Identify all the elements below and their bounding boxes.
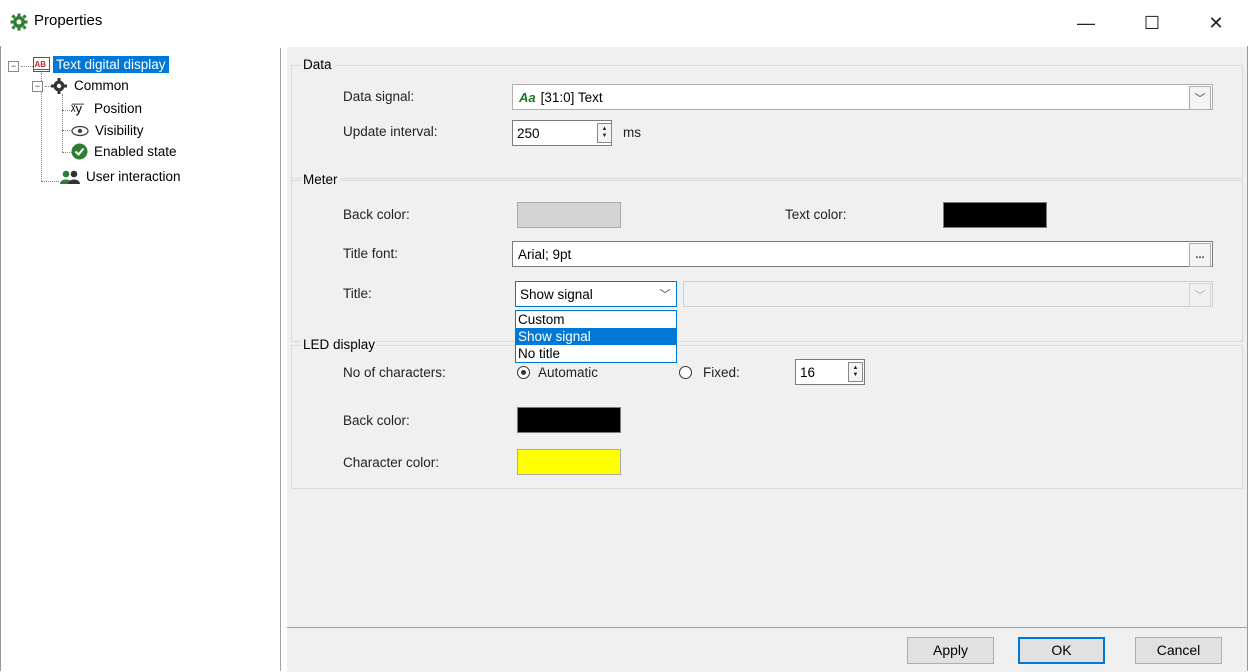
gear-icon <box>10 13 28 31</box>
update-interval-label: Update interval: <box>343 124 438 139</box>
tree-item-position[interactable]: ᵡ͞y Position <box>71 100 145 117</box>
meter-group-title: Meter <box>301 172 340 187</box>
meter-text-color-swatch[interactable] <box>943 202 1047 228</box>
fixed-label: Fixed: <box>703 365 740 380</box>
title-font-browse-button[interactable]: ... <box>1189 243 1211 267</box>
svg-text:AB: AB <box>35 60 47 69</box>
dropdown-option-show-signal[interactable]: Show signal <box>516 328 676 345</box>
tree-label-enabled: Enabled state <box>94 144 177 159</box>
minimize-button[interactable]: — <box>1063 4 1109 42</box>
meter-text-color-label: Text color: <box>785 207 847 222</box>
users-icon <box>60 170 80 184</box>
properties-panel: Data Data signal: Aa [31:0] Text ﹀ Updat… <box>287 47 1247 627</box>
tree-label-position: Position <box>94 101 143 116</box>
update-interval-value: 250 <box>517 125 540 141</box>
property-tree[interactable]: − − AB Text digital display Common ᵡ͞y P… <box>8 48 281 671</box>
tree-item-text-digital-display[interactable]: AB Text digital display <box>33 56 169 73</box>
collapse-common-icon[interactable]: − <box>32 81 43 92</box>
text-signal-icon: Aa <box>519 89 536 105</box>
eye-icon <box>71 125 89 136</box>
meter-back-color-swatch[interactable] <box>517 202 621 228</box>
maximize-button[interactable]: ☐ <box>1129 4 1175 42</box>
title-bar: Properties — ☐ ✕ <box>0 0 1249 46</box>
close-button[interactable]: ✕ <box>1193 4 1239 42</box>
data-signal-combo[interactable]: Aa [31:0] Text ﹀ <box>512 84 1213 110</box>
tree-label-visibility: Visibility <box>95 123 144 138</box>
char-color-label: Character color: <box>343 455 440 470</box>
collapse-root-icon[interactable]: − <box>8 61 19 72</box>
title-signal-combo-disabled: ﹀ <box>683 281 1213 307</box>
data-groupbox <box>291 65 1243 179</box>
cancel-button[interactable]: Cancel <box>1135 637 1222 664</box>
chevron-down-icon[interactable]: ﹀ <box>655 283 675 305</box>
data-group-title: Data <box>301 57 334 72</box>
dropdown-option-custom[interactable]: Custom <box>516 311 676 328</box>
apply-button[interactable]: Apply <box>907 637 994 664</box>
update-interval-unit: ms <box>623 125 641 140</box>
tree-label-common: Common <box>74 78 129 93</box>
ok-button[interactable]: OK <box>1018 637 1105 664</box>
tree-item-enabled-state[interactable]: Enabled state <box>71 143 180 160</box>
tree-label-user-interaction: User interaction <box>86 169 181 184</box>
text-display-icon: AB <box>33 57 50 72</box>
title-mode-combo[interactable]: Show signal ﹀ <box>515 281 677 307</box>
window-title: Properties <box>34 12 103 29</box>
led-back-color-swatch[interactable] <box>517 407 621 433</box>
title-font-value: Arial; 9pt <box>518 246 572 262</box>
title-mode-value: Show signal <box>520 286 593 302</box>
tree-item-common[interactable]: Common <box>51 77 132 94</box>
dialog-footer: Apply OK Cancel <box>287 627 1247 672</box>
gear-icon <box>51 77 67 94</box>
update-interval-spinner[interactable]: ▲ ▼ <box>597 123 612 143</box>
title-font-label: Title font: <box>343 246 399 261</box>
fixed-count-value: 16 <box>800 364 816 380</box>
chevron-down-icon[interactable]: ﹀ <box>1189 86 1211 110</box>
meter-back-color-label: Back color: <box>343 207 410 222</box>
tree-item-visibility[interactable]: Visibility <box>71 122 147 139</box>
automatic-radio[interactable] <box>517 366 530 379</box>
chevron-down-icon: ﹀ <box>1189 283 1211 307</box>
xy-position-icon: ᵡ͞y <box>71 100 82 116</box>
window-border-left <box>0 46 1 671</box>
data-signal-label: Data signal: <box>343 89 415 104</box>
tree-label-root: Text digital display <box>53 56 169 73</box>
fixed-count-spinner[interactable]: ▲ ▼ <box>848 362 863 382</box>
check-circle-icon <box>71 143 88 160</box>
title-label: Title: <box>343 286 372 301</box>
title-mode-dropdown-list[interactable]: Custom Show signal No title <box>515 310 677 363</box>
data-signal-value: [31:0] Text <box>540 89 603 105</box>
led-back-color-label: Back color: <box>343 413 410 428</box>
dropdown-option-no-title[interactable]: No title <box>516 345 676 362</box>
led-group-title: LED display <box>301 337 378 352</box>
chars-label: No of characters: <box>343 365 446 380</box>
char-color-swatch[interactable] <box>517 449 621 475</box>
title-font-field[interactable]: Arial; 9pt ... <box>512 241 1213 267</box>
automatic-label: Automatic <box>538 365 599 380</box>
fixed-radio[interactable] <box>679 366 692 379</box>
tree-item-user-interaction[interactable]: User interaction <box>60 168 184 185</box>
window-border-right <box>1247 46 1248 671</box>
